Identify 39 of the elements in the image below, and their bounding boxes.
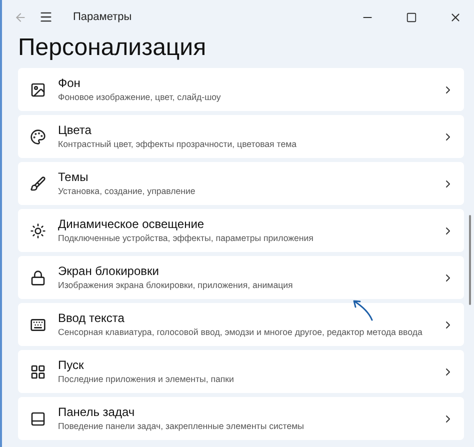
settings-item[interactable]: Динамическое освещение Подключенные устройства, эффекты, параметры приложения <box>18 209 464 252</box>
item-title: Ввод текста <box>58 310 126 326</box>
brush-icon <box>30 176 46 192</box>
item-title: Темы <box>58 170 90 184</box>
item-title: Экран блокировки <box>58 264 160 278</box>
item-title: Фон <box>58 76 82 90</box>
settings-item[interactable]: Экран блокировки Изображения экрана блокировки, приложения, анимация <box>18 256 464 299</box>
window-title: Параметры <box>73 10 132 25</box>
item-subtitle: Изображения экрана блокировки, приложения, анимация <box>58 278 294 292</box>
item-subtitle: Контрастный цвет, эффекты прозрачности, цветовая тема <box>58 138 298 150</box>
item-title: Панель задач <box>58 404 136 420</box>
palette-icon <box>30 128 46 144</box>
menu-icon[interactable] <box>39 10 53 24</box>
item-subtitle: Поведение панели задач, закрепленные элементы системы <box>58 420 305 432</box>
taskbar-icon <box>30 410 46 426</box>
item-subtitle: Фоновое изображение, цвет, слайд-шоу <box>58 90 222 104</box>
scrollbar[interactable] <box>469 215 471 305</box>
item-subtitle: Подключенные устройства, эффекты, параметры приложения <box>58 232 314 244</box>
maximize-icon[interactable] <box>406 12 417 22</box>
picture-icon <box>30 82 46 98</box>
settings-item[interactable]: Ввод текста Сенсорная клавиатура, голосовой ввод, эмодзи и многое другое, редактор метода ввода <box>18 303 464 346</box>
lock-icon <box>30 270 46 286</box>
keyboard-icon <box>30 316 46 332</box>
item-subtitle: Установка, создание, управление <box>58 184 196 198</box>
settings-item[interactable]: Пуск Последние приложения и элементы, папки <box>18 350 464 393</box>
item-subtitle: Сенсорная клавиатура, голосовой ввод, эмодзи и многое другое, редактор метода ввода <box>58 326 424 338</box>
settings-item[interactable]: Темы Установка, создание, управление <box>18 162 464 205</box>
close-icon[interactable] <box>449 10 462 24</box>
sun-icon <box>30 222 46 238</box>
item-title: Пуск <box>58 358 85 372</box>
settings-item[interactable]: Фон Фоновое изображение, цвет, слайд-шоу <box>18 68 464 111</box>
item-title: Динамическое освещение <box>58 216 206 232</box>
arrow-icon <box>351 298 375 322</box>
item-subtitle: Последние приложения и элементы, папки <box>58 372 235 386</box>
settings-item[interactable]: Панель задач Поведение панели задач, закрепленные элементы системы <box>18 397 464 440</box>
page-heading: Персонализация <box>17 34 208 63</box>
settings-item[interactable]: Цвета Контрастный цвет, эффекты прозрачности, цветовая тема <box>18 115 464 158</box>
grid-icon <box>30 364 46 380</box>
item-title: Цвета <box>58 122 92 138</box>
